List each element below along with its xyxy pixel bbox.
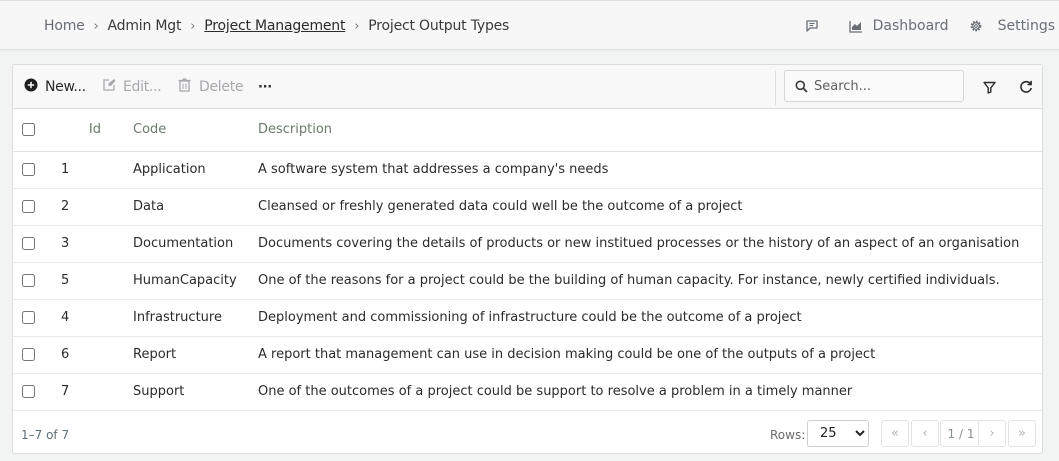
table-row[interactable]: 5 HumanCapacity One of the reasons for a… (13, 262, 1042, 300)
record-count: 1–7 of 7 (21, 428, 70, 442)
chart-area-icon (848, 20, 863, 33)
column-header-code[interactable]: Code (101, 109, 245, 152)
cell-id: 4 (51, 299, 101, 337)
gear-icon (969, 19, 983, 33)
last-page-button[interactable]: » (1008, 420, 1036, 447)
cell-description: A report that management can use in deci… (245, 336, 1042, 374)
cell-description: Deployment and commissioning of infrastr… (245, 299, 1042, 337)
dashboard-link[interactable]: Dashboard (848, 18, 949, 34)
row-checkbox[interactable] (22, 348, 35, 361)
breadcrumb: Home › Admin Mgt › Project Management › … (44, 1, 509, 51)
cell-id: 3 (51, 225, 101, 263)
table-row[interactable]: 7 Support One of the outcomes of a proje… (13, 373, 1042, 411)
top-nav: Dashboard Settings (805, 1, 1059, 51)
more-options-button[interactable]: ··· (258, 65, 272, 109)
data-grid-panel: New... Edit... Delete ··· Search... Id C… (12, 64, 1043, 454)
dashboard-label: Dashboard (872, 18, 949, 34)
cell-id: 5 (51, 262, 101, 300)
data-table: Id Code Description 1 Application A soft… (13, 109, 1042, 411)
breadcrumb-separator-icon: › (354, 18, 360, 34)
cell-code: Infrastructure (101, 299, 245, 337)
cell-description: One of the outcomes of a project could b… (245, 373, 1042, 411)
cell-id: 2 (51, 188, 101, 226)
new-button[interactable]: New... (24, 65, 86, 109)
table-body: 1 Application A software system that add… (13, 151, 1042, 411)
cell-code: Documentation (101, 225, 245, 263)
settings-label: Settings (997, 18, 1055, 34)
breadcrumb-separator-icon: › (190, 18, 196, 34)
trash-icon (178, 78, 191, 96)
top-bar: Home › Admin Mgt › Project Management › … (0, 0, 1059, 50)
table-row[interactable]: 6 Report A report that management can us… (13, 336, 1042, 374)
page-indicator: 1 / 1 (940, 420, 982, 447)
table-row[interactable]: 1 Application A software system that add… (13, 151, 1042, 189)
table-row[interactable]: 2 Data Cleansed or freshly generated dat… (13, 188, 1042, 226)
row-checkbox[interactable] (22, 200, 35, 213)
row-checkbox[interactable] (22, 237, 35, 250)
previous-page-button[interactable]: ‹ (911, 420, 939, 447)
cell-id: 6 (51, 336, 101, 374)
delete-button[interactable]: Delete (178, 65, 244, 109)
table-row[interactable]: 4 Infrastructure Deployment and commissi… (13, 299, 1042, 337)
table-row[interactable]: 3 Documentation Documents covering the d… (13, 225, 1042, 263)
cell-code: HumanCapacity (101, 262, 245, 300)
settings-link[interactable]: Settings (969, 18, 1055, 34)
next-page-button[interactable]: › (978, 420, 1006, 447)
row-checkbox[interactable] (22, 311, 35, 324)
filter-icon[interactable] (977, 75, 1001, 99)
toolbar-divider (775, 71, 776, 105)
table-header-row: Id Code Description (13, 109, 1042, 152)
cell-id: 1 (51, 151, 101, 189)
rows-per-page-label: Rows: (770, 428, 806, 442)
search-box[interactable] (784, 70, 964, 102)
new-label: New... (45, 79, 86, 95)
breadcrumb-home[interactable]: Home (44, 18, 85, 34)
select-all-checkbox[interactable] (22, 123, 35, 137)
edit-label: Edit... (123, 79, 162, 95)
table-footer: 1–7 of 7 Rows: 25 « ‹ 1 / 1 › » (13, 417, 1042, 453)
search-input[interactable] (814, 78, 954, 94)
breadcrumb-current: Project Output Types (368, 18, 510, 34)
cell-code: Application (101, 151, 245, 189)
cell-description: A software system that addresses a compa… (245, 151, 1042, 189)
cell-id: 7 (51, 373, 101, 411)
column-header-description[interactable]: Description (245, 109, 1042, 152)
breadcrumb-separator-icon: › (93, 18, 99, 34)
cell-description: One of the reasons for a project could b… (245, 262, 1042, 300)
cell-code: Report (101, 336, 245, 374)
search-icon (795, 80, 808, 93)
breadcrumb-project-management[interactable]: Project Management (204, 18, 345, 34)
cell-code: Support (101, 373, 245, 411)
rows-per-page-select[interactable]: 25 (807, 420, 869, 447)
toolbar: New... Edit... Delete ··· (13, 65, 1042, 109)
refresh-icon[interactable] (1014, 75, 1038, 99)
edit-button[interactable]: Edit... (102, 65, 162, 109)
cell-description: Cleansed or freshly generated data could… (245, 188, 1042, 226)
cell-code: Data (101, 188, 245, 226)
breadcrumb-admin[interactable]: Admin Mgt (108, 18, 182, 34)
cell-description: Documents covering the details of produc… (245, 225, 1042, 263)
plus-circle-icon (24, 78, 38, 96)
column-header-id[interactable]: Id (51, 109, 101, 152)
row-checkbox[interactable] (22, 274, 35, 287)
row-checkbox[interactable] (22, 163, 35, 176)
edit-icon (102, 78, 116, 96)
row-checkbox[interactable] (22, 385, 35, 398)
delete-label: Delete (199, 79, 244, 95)
message-square-icon[interactable] (805, 19, 819, 33)
first-page-button[interactable]: « (881, 420, 909, 447)
